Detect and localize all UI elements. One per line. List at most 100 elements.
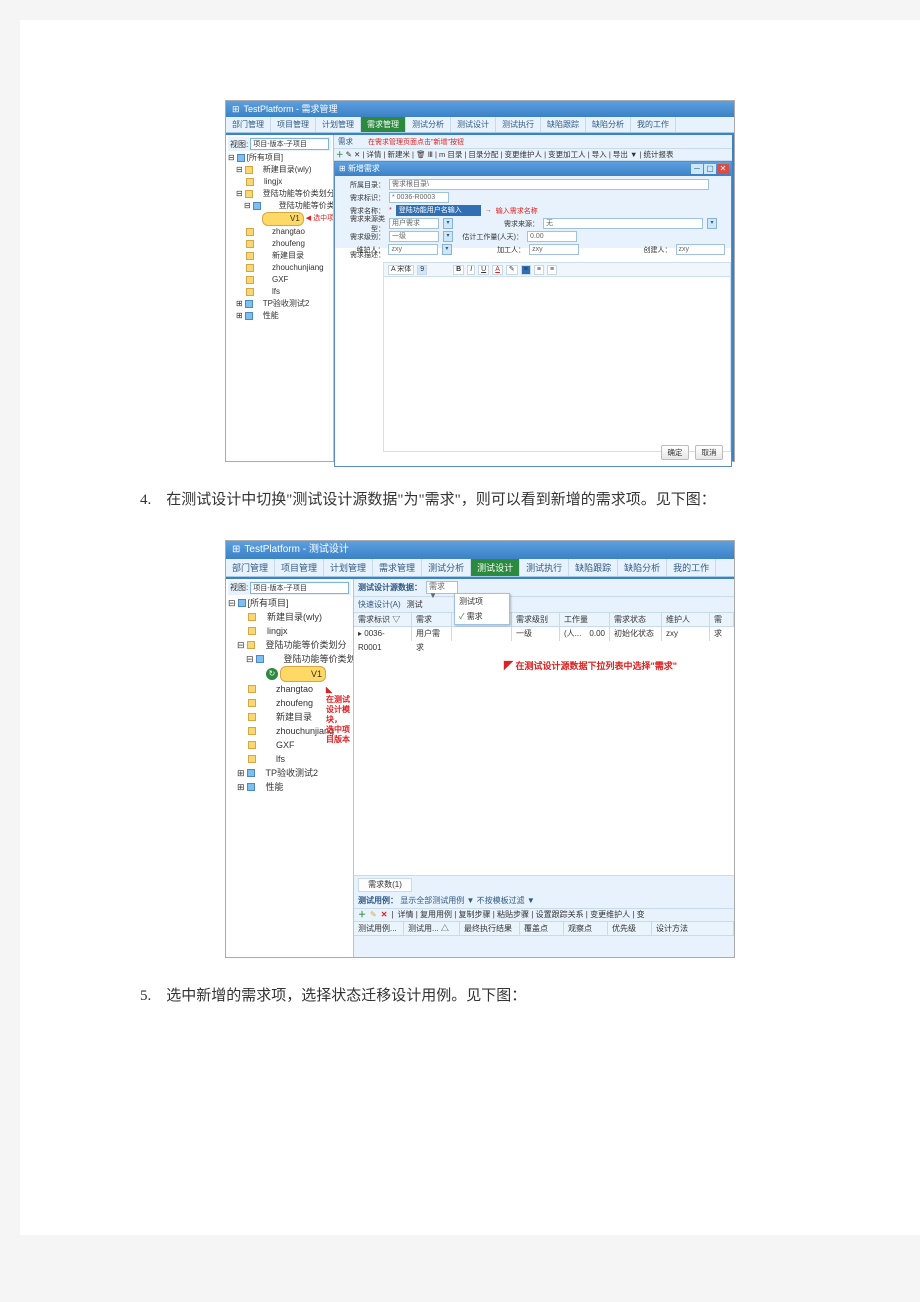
tree-node[interactable]: zhouchunjiang xyxy=(228,262,331,274)
edit-icon[interactable]: ✎ xyxy=(370,910,377,919)
req-count-tab[interactable]: 需求数(1) xyxy=(358,878,412,892)
dd-option-req[interactable]: 需求 xyxy=(455,609,509,624)
tree-node[interactable]: lingjx xyxy=(228,624,351,638)
tab-defect[interactable]: 缺陷跟踪 xyxy=(569,559,618,576)
tab-dept[interactable]: 部门管理 xyxy=(226,117,271,132)
col-cover[interactable]: 覆盖点 xyxy=(520,922,564,935)
cases-filter[interactable]: 显示全部测试用例 ▼ 不按模板过滤 ▼ xyxy=(400,896,535,905)
bold-button[interactable]: B xyxy=(453,265,464,275)
tab-plan[interactable]: 计划管理 xyxy=(324,559,373,576)
dir-input[interactable]: 需求根目录\ xyxy=(389,179,709,190)
tab-exec[interactable]: 测试执行 xyxy=(496,117,541,132)
col-owner[interactable]: 维护人 xyxy=(662,613,710,626)
size-select[interactable]: 9 xyxy=(417,265,427,275)
refresh-icon[interactable]: ↻ xyxy=(266,668,278,680)
worker-input[interactable]: zxy xyxy=(529,244,578,255)
tab-defect-ana[interactable]: 缺陷分析 xyxy=(618,559,667,576)
tab-analysis[interactable]: 测试分析 xyxy=(422,559,471,576)
italic-button[interactable]: I xyxy=(467,265,475,275)
tab-dept[interactable]: 部门管理 xyxy=(226,559,275,576)
tree-node[interactable]: ⊞ 性能 xyxy=(228,780,351,794)
dd-option-testitem[interactable]: 测试项 xyxy=(455,594,509,609)
col-id[interactable]: 需求标识 ▽ xyxy=(354,613,412,626)
font-select[interactable]: A 宋体 xyxy=(388,265,414,275)
tree-node[interactable]: ⊟ 登陆功能等价类划分 xyxy=(228,188,331,200)
tab-req[interactable]: 需求管理 xyxy=(361,117,406,132)
close-button[interactable]: ✕ xyxy=(717,164,729,174)
view-dropdown[interactable]: 项目-版本-子项目 xyxy=(250,138,329,150)
toolbar-items[interactable]: 详情 | 复用用例 | 复制步骤 | 粘贴步骤 | 设置跟踪关系 | 变更维护人… xyxy=(397,909,644,920)
dropdown-icon[interactable]: ▾ xyxy=(707,218,717,229)
tab-proj[interactable]: 项目管理 xyxy=(271,117,316,132)
grid-row[interactable]: ▸ 0036-R0001 用户需求 一级 0.00 初始化状态 zxy xyxy=(354,627,734,641)
tab-design[interactable]: 测试设计 xyxy=(451,117,496,132)
col-result[interactable]: 最终执行结果 xyxy=(460,922,520,935)
maximize-button[interactable]: ▢ xyxy=(704,164,716,174)
tree-node[interactable]: zhoufeng xyxy=(228,238,331,250)
quick-design-button[interactable]: 快速设计(A) xyxy=(358,599,401,610)
dropdown-icon[interactable]: ▾ xyxy=(443,231,453,242)
align-center-button[interactable]: ≡ xyxy=(534,265,544,275)
tab-mywork[interactable]: 我的工作 xyxy=(667,559,716,576)
col-method[interactable]: 设计方法 xyxy=(652,922,734,935)
ok-button[interactable]: 确定 xyxy=(661,445,689,460)
color-button[interactable]: A xyxy=(492,265,503,275)
col-observe[interactable]: 观察点 xyxy=(564,922,608,935)
tree-node[interactable]: ⊟ 登陆功能等价类划 xyxy=(228,200,331,212)
tab-proj[interactable]: 项目管理 xyxy=(275,559,324,576)
toolbar-items[interactable]: 详情 | 新建米 | 🗑 Ⅲ | m 目录 | 目录分配 | 变更维护人 | 变… xyxy=(366,150,673,159)
tree-node-selected[interactable]: ↻ V1 xyxy=(228,666,351,682)
underline-button[interactable]: U xyxy=(478,265,489,275)
tree-node[interactable]: zhangtao xyxy=(228,226,331,238)
dropdown-icon[interactable]: ▾ xyxy=(443,218,453,229)
tab-defect-ana[interactable]: 缺陷分析 xyxy=(586,117,631,132)
tree-node[interactable]: ⊟ [所有项目] xyxy=(228,596,351,610)
col-case-id[interactable]: 测试用例... xyxy=(354,922,404,935)
tree-node[interactable]: ⊞ TP验收测试2 xyxy=(228,298,331,310)
tree-node-selected[interactable]: V1 ◀选中项目版本 xyxy=(228,212,331,226)
desc-textarea[interactable] xyxy=(384,277,730,451)
highlight-button[interactable]: ✎ xyxy=(506,265,518,275)
quick-test-button[interactable]: 测试 xyxy=(407,599,423,610)
tree-node[interactable]: ⊟ 登陆功能等价类划 xyxy=(228,652,351,666)
col-case-name[interactable]: 测试用... △ xyxy=(404,922,460,935)
tree-node[interactable]: 新建目录(wly) xyxy=(228,610,351,624)
owner-select[interactable]: zxy xyxy=(388,244,437,255)
srctype-select[interactable]: 用户需求 xyxy=(389,218,439,229)
col-work[interactable]: 工作量(人... xyxy=(560,613,610,626)
tree-node[interactable]: lingjx xyxy=(228,176,331,188)
col-priority[interactable]: 优先级 xyxy=(608,922,652,935)
tab-defect[interactable]: 缺陷跟踪 xyxy=(541,117,586,132)
tab-design[interactable]: 测试设计 xyxy=(471,559,520,576)
tab-exec[interactable]: 测试执行 xyxy=(520,559,569,576)
dropdown-icon[interactable]: ▾ xyxy=(442,244,452,255)
name-input[interactable]: 登陆功能用户名输入 xyxy=(396,205,481,216)
col-level[interactable]: 需求级别 xyxy=(512,613,560,626)
tree-node[interactable]: ⊟ 新建目录(wly) xyxy=(228,164,331,176)
view-dropdown[interactable]: 项目-版本-子项目 xyxy=(250,582,349,594)
tree-node[interactable]: lfs xyxy=(228,752,351,766)
tab-req[interactable]: 需求管理 xyxy=(373,559,422,576)
add-icon[interactable]: ＋ xyxy=(358,909,366,920)
col-status[interactable]: 需求状态 xyxy=(610,613,662,626)
src-select[interactable]: 无 xyxy=(543,218,703,229)
work-input[interactable]: 0.00 xyxy=(527,231,577,242)
tree-node[interactable]: ⊞ 性能 xyxy=(228,310,331,322)
tree-node[interactable]: ⊟ 登陆功能等价类划分 xyxy=(228,638,351,652)
delete-icon[interactable]: ✕ xyxy=(381,910,388,919)
id-input[interactable]: * 0036-R0003 xyxy=(389,192,449,203)
tab-analysis[interactable]: 测试分析 xyxy=(406,117,451,132)
align-right-button[interactable]: ≡ xyxy=(547,265,557,275)
cancel-button[interactable]: 取消 xyxy=(695,445,723,460)
align-left-button[interactable]: ≡ xyxy=(521,265,531,275)
tree-node[interactable]: lfs xyxy=(228,286,331,298)
tree-node[interactable]: ⊞ TP验收测试2 xyxy=(228,766,351,780)
col-req2[interactable]: 需求 xyxy=(710,613,734,626)
col-req[interactable]: 需求 xyxy=(412,613,452,626)
tab-mywork[interactable]: 我的工作 xyxy=(631,117,676,132)
minimize-button[interactable]: ─ xyxy=(691,164,703,174)
level-select[interactable]: 一级 xyxy=(389,231,439,242)
tree-node[interactable]: 新建目录 xyxy=(228,250,331,262)
tab-plan[interactable]: 计划管理 xyxy=(316,117,361,132)
tree-node[interactable]: GXF xyxy=(228,274,331,286)
